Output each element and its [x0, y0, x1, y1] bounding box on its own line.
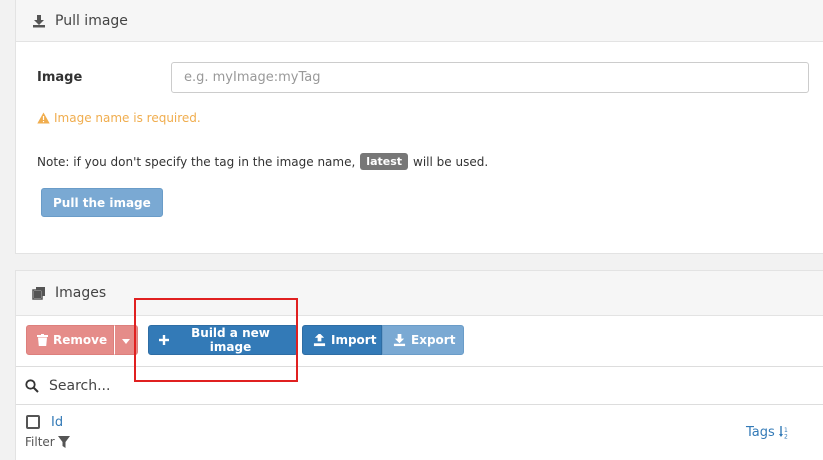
pull-image-button[interactable]: Pull the image — [41, 188, 163, 217]
svg-text:2: 2 — [784, 434, 788, 440]
column-id-header[interactable]: Id — [51, 415, 63, 430]
images-title: Images — [55, 285, 107, 301]
clone-icon — [31, 285, 47, 301]
column-tags-header[interactable]: Tags 12 — [746, 425, 790, 440]
export-label: Export — [411, 333, 456, 347]
remove-options-dropdown[interactable] — [114, 325, 138, 355]
image-name-input[interactable] — [171, 62, 809, 93]
import-button[interactable]: Import — [302, 325, 382, 355]
images-table-header: Id Filter Tags 12 — [16, 405, 823, 460]
export-button[interactable]: Export — [382, 325, 464, 355]
note-prefix: Note: if you don't specify the tag in th… — [37, 154, 356, 169]
pull-image-title: Pull image — [55, 12, 128, 29]
select-all-checkbox[interactable] — [26, 415, 40, 429]
download-icon — [393, 333, 406, 347]
upload-icon — [313, 333, 326, 347]
warning-text: Image name is required. — [54, 111, 201, 125]
search-bar — [16, 366, 823, 405]
image-required-warning: Image name is required. — [37, 111, 201, 125]
caret-down-icon — [122, 333, 130, 347]
build-label: Build a new image — [191, 326, 270, 354]
images-panel: Images Remove Build a new image Import E… — [15, 270, 823, 460]
images-header: Images — [16, 271, 823, 316]
trash-icon — [37, 334, 48, 346]
plus-icon — [159, 335, 169, 345]
images-toolbar: Remove Build a new image Import Export — [26, 325, 464, 355]
id-filter[interactable]: Filter — [25, 435, 70, 449]
download-icon — [31, 13, 47, 29]
tag-note: Note: if you don't specify the tag in th… — [37, 153, 488, 170]
image-label: Image — [37, 70, 83, 85]
pull-image-header: Pull image — [16, 0, 823, 42]
search-icon — [25, 378, 39, 393]
build-new-image-button[interactable]: Build a new image — [148, 325, 298, 355]
remove-label: Remove — [53, 333, 108, 347]
pull-image-panel: Pull image Image Image name is required.… — [15, 0, 823, 254]
tags-label: Tags — [746, 425, 775, 440]
latest-badge: latest — [360, 153, 409, 170]
remove-button[interactable]: Remove — [26, 325, 114, 355]
warning-icon — [37, 112, 50, 124]
note-suffix: will be used. — [413, 154, 489, 169]
filter-label: Filter — [25, 435, 55, 449]
search-input[interactable] — [47, 376, 551, 395]
sort-icon: 12 — [778, 426, 790, 440]
filter-icon — [57, 436, 70, 448]
import-label: Import — [331, 333, 377, 347]
